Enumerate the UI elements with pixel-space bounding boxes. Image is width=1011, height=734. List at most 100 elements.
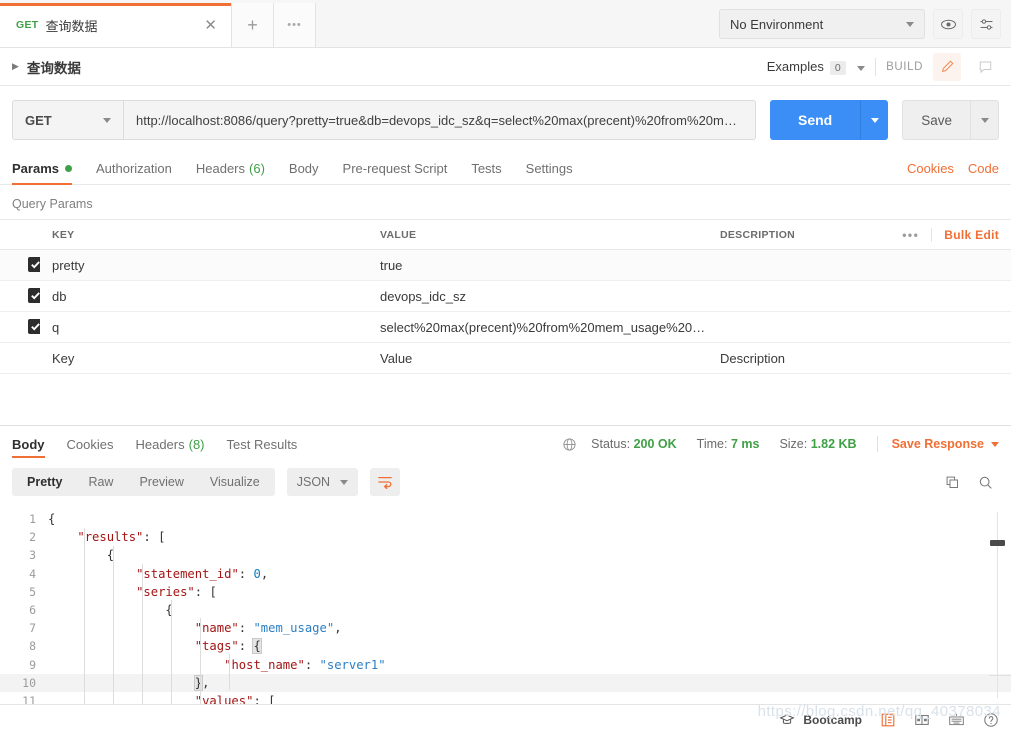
response-tab-body-label: Body bbox=[12, 436, 45, 452]
row-key[interactable]: db bbox=[40, 280, 368, 312]
code-line: 3 { bbox=[0, 546, 1011, 564]
examples-count: 0 bbox=[829, 60, 846, 75]
divider bbox=[876, 436, 878, 452]
size-value: 1.82 KB bbox=[810, 437, 857, 451]
code-line: 4 "statement_id": 0, bbox=[0, 565, 1011, 583]
cookies-link[interactable]: Cookies bbox=[907, 161, 954, 176]
query-params-section: Query Params KEY VALUE DESCRIPTION ••• B… bbox=[0, 185, 1011, 374]
request-tab-active[interactable]: GET 查询数据 ✕ bbox=[0, 3, 232, 47]
checkbox-checked-icon[interactable] bbox=[28, 288, 40, 303]
tab-headers[interactable]: Headers (6) bbox=[196, 152, 265, 185]
row-actions bbox=[856, 249, 1011, 281]
url-input[interactable]: http://localhost:8086/query?pretty=true&… bbox=[124, 100, 756, 140]
status-bar: https://blog.csdn.net/qq_40378034 Bootca… bbox=[0, 703, 1011, 734]
row-value[interactable]: true bbox=[368, 249, 708, 281]
response-format-toolbar: Pretty Raw Preview Visualize JSON bbox=[0, 462, 1011, 504]
response-tab-test-results[interactable]: Test Results bbox=[227, 426, 298, 462]
two-pane-icon[interactable] bbox=[914, 712, 930, 728]
save-response-button[interactable]: Save Response bbox=[892, 437, 999, 451]
content-type-label: JSON bbox=[296, 475, 331, 489]
sliders-icon[interactable] bbox=[971, 9, 1001, 39]
checkbox-checked-icon[interactable] bbox=[28, 257, 40, 272]
view-mode-raw[interactable]: Raw bbox=[75, 468, 126, 496]
response-tab-headers[interactable]: Headers (8) bbox=[135, 426, 204, 462]
http-method-selector[interactable]: GET bbox=[12, 100, 124, 140]
tab-settings[interactable]: Settings bbox=[526, 152, 573, 185]
line-number: 6 bbox=[29, 602, 36, 617]
code-text: }, bbox=[193, 674, 210, 691]
search-icon[interactable] bbox=[978, 475, 993, 490]
vertical-scrollbar-thumb[interactable] bbox=[990, 540, 1005, 546]
tab-pre-request-script[interactable]: Pre-request Script bbox=[343, 152, 448, 185]
new-row-key-input[interactable]: Key bbox=[40, 342, 368, 374]
new-row-value-input[interactable]: Value bbox=[368, 342, 708, 374]
checkbox-checked-icon[interactable] bbox=[28, 319, 40, 334]
view-mode-preview[interactable]: Preview bbox=[126, 468, 196, 496]
send-button[interactable]: Send bbox=[769, 100, 861, 140]
content-type-selector[interactable]: JSON bbox=[286, 468, 359, 496]
table-row-new: Key Value Description bbox=[0, 342, 1011, 374]
tab-pre-request-script-label: Pre-request Script bbox=[342, 160, 448, 176]
response-tab-headers-count: (8) bbox=[188, 436, 205, 452]
params-more-options-button[interactable]: ••• bbox=[890, 227, 933, 242]
examples-control[interactable]: Examples 0 bbox=[767, 58, 866, 76]
row-key[interactable]: pretty bbox=[40, 249, 368, 281]
chevron-down-icon[interactable] bbox=[857, 65, 866, 71]
time-metric: Time: 7 ms bbox=[697, 437, 760, 451]
new-tab-button[interactable]: + bbox=[232, 3, 274, 47]
subheader-actions: Examples 0 BUILD bbox=[767, 52, 999, 81]
new-row-description-input[interactable]: Description bbox=[708, 342, 856, 374]
comment-icon[interactable] bbox=[971, 53, 999, 81]
indent-guide bbox=[113, 546, 114, 704]
view-mode-visualize[interactable]: Visualize bbox=[197, 468, 273, 496]
save-control: Save bbox=[902, 100, 999, 140]
runner-icon[interactable] bbox=[880, 712, 896, 728]
close-icon[interactable]: ✕ bbox=[200, 16, 221, 35]
row-description[interactable] bbox=[708, 249, 856, 281]
tab-authorization[interactable]: Authorization bbox=[96, 152, 172, 185]
copy-icon[interactable] bbox=[945, 475, 960, 490]
code-link[interactable]: Code bbox=[968, 161, 999, 176]
code-line: 2 "results": [ bbox=[0, 528, 1011, 546]
response-tab-headers-label: Headers bbox=[135, 436, 185, 452]
response-tabs: Body Cookies Headers (8) Test Results St… bbox=[0, 426, 1011, 462]
response-body-viewer[interactable]: 1{2 "results": [3 {4 "statement_id": 0, 5… bbox=[0, 504, 1011, 704]
response-meta: Status: 200 OK Time: 7 ms Size: 1.82 KB … bbox=[562, 436, 999, 452]
send-options-button[interactable] bbox=[860, 100, 889, 140]
response-tab-cookies[interactable]: Cookies bbox=[67, 426, 114, 462]
row-description[interactable] bbox=[708, 280, 856, 312]
tab-tests-label: Tests bbox=[471, 160, 502, 176]
bootcamp-button[interactable]: Bootcamp bbox=[779, 713, 862, 727]
response-tab-body[interactable]: Body bbox=[12, 426, 45, 462]
line-number: 8 bbox=[29, 639, 36, 654]
help-icon[interactable] bbox=[983, 712, 999, 728]
indent-guide bbox=[171, 600, 172, 704]
tab-tests[interactable]: Tests bbox=[471, 152, 501, 185]
tab-method-label: GET bbox=[16, 19, 39, 31]
row-value[interactable]: devops_idc_sz bbox=[368, 280, 708, 312]
environment-selector[interactable]: No Environment bbox=[719, 9, 925, 39]
row-checkbox-cell[interactable] bbox=[0, 342, 40, 374]
save-options-button[interactable] bbox=[971, 100, 999, 140]
keyboard-icon[interactable] bbox=[948, 712, 965, 727]
tab-params[interactable]: Params bbox=[12, 152, 72, 185]
header-value: VALUE bbox=[368, 219, 708, 250]
graduation-cap-icon bbox=[779, 714, 796, 724]
edit-pencil-icon[interactable] bbox=[933, 52, 961, 81]
row-description[interactable] bbox=[708, 311, 856, 343]
row-key[interactable]: q bbox=[40, 311, 368, 343]
panel-splitter[interactable] bbox=[0, 374, 1011, 426]
bulk-edit-button[interactable]: Bulk Edit bbox=[932, 228, 999, 242]
word-wrap-icon[interactable] bbox=[370, 468, 401, 496]
line-number: 10 bbox=[22, 675, 36, 690]
code-text: "values": [ bbox=[194, 693, 276, 704]
tab-more-options-button[interactable]: ••• bbox=[274, 3, 316, 47]
row-checkbox-cell bbox=[0, 311, 40, 343]
row-value[interactable]: select%20max(precent)%20from%20mem_usage… bbox=[368, 311, 708, 343]
request-tab-links: Cookies Code bbox=[907, 161, 999, 176]
save-button[interactable]: Save bbox=[902, 100, 971, 140]
eye-icon[interactable] bbox=[933, 9, 963, 39]
view-mode-pretty[interactable]: Pretty bbox=[14, 468, 75, 496]
expand-arrow-icon[interactable]: ▶ bbox=[12, 61, 19, 72]
tab-body[interactable]: Body bbox=[289, 152, 319, 185]
